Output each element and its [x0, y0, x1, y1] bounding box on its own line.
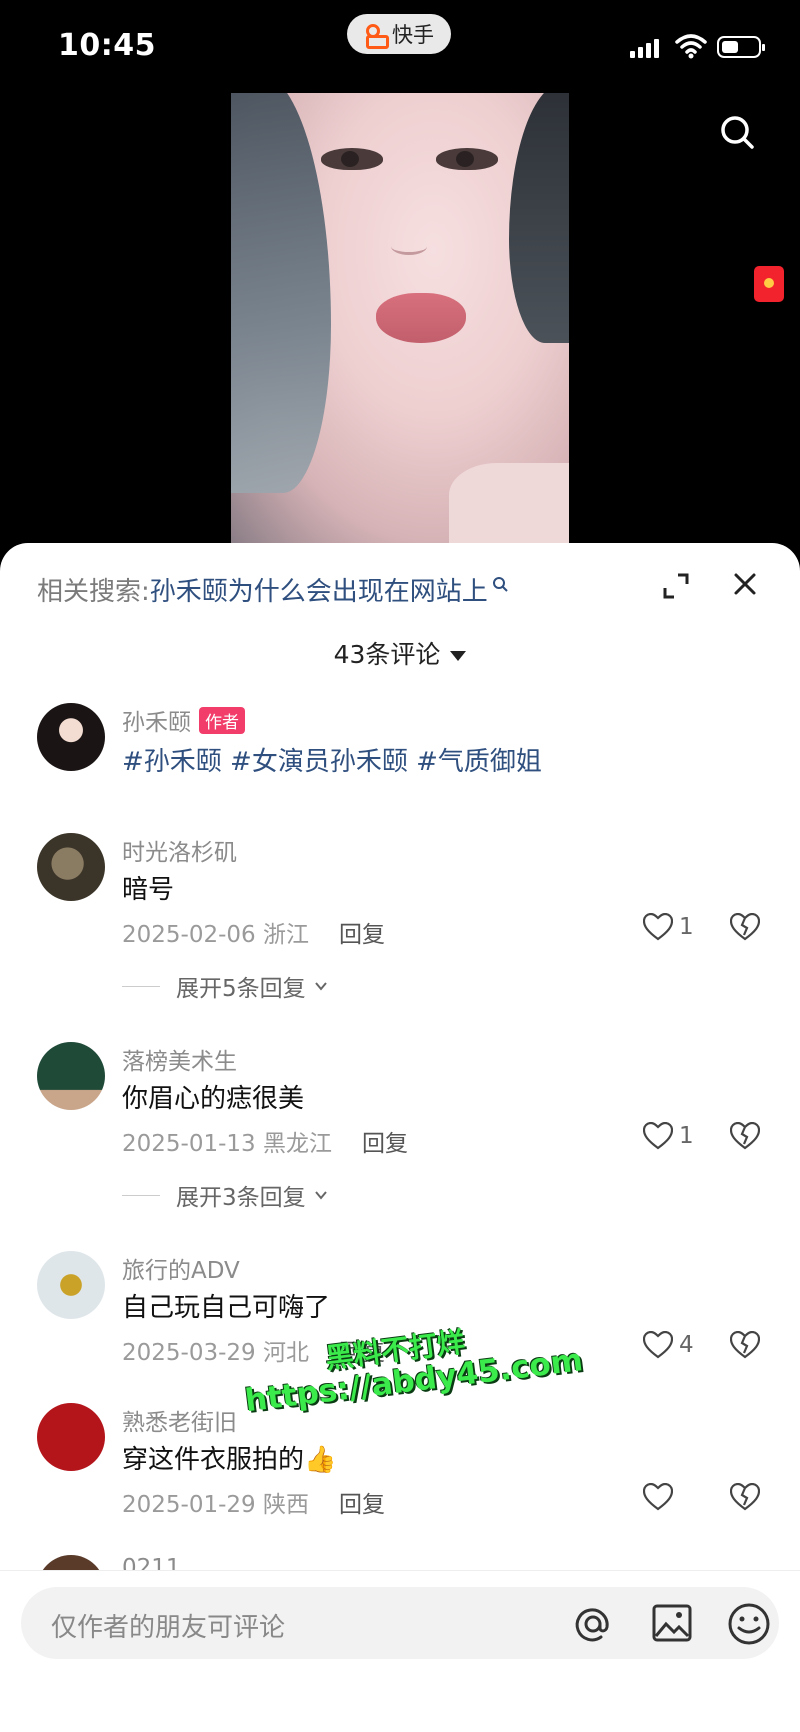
heart-icon	[643, 1483, 673, 1511]
video-frame-eye	[321, 148, 383, 170]
broken-heart-icon[interactable]	[730, 1331, 760, 1359]
like-button[interactable]: 1	[643, 913, 694, 941]
comment-text: 自己玩自己可嗨了	[122, 1293, 331, 1323]
comment-meta: 2025-01-13 黑龙江 回复	[122, 1124, 408, 1158]
related-search-query[interactable]: 孙禾颐为什么会出现在网站上	[150, 571, 488, 608]
battery-icon	[717, 36, 765, 58]
comment-username[interactable]: 旅行的ADV	[122, 1251, 240, 1285]
status-time: 10:45	[58, 28, 156, 63]
like-button[interactable]: 4	[643, 1331, 694, 1359]
comment-date: 2025-02-06 浙江	[122, 922, 309, 948]
reply-button[interactable]: 回复	[339, 1492, 385, 1518]
like-count: 4	[679, 1332, 694, 1358]
caret-down-icon	[450, 651, 467, 661]
app-name: 快手	[392, 23, 434, 47]
emoji-icon[interactable]	[727, 1602, 771, 1646]
kuaishou-logo-icon	[364, 23, 389, 49]
comment-text: 暗号	[122, 875, 175, 905]
author-badge: 作者	[199, 707, 245, 734]
video-player[interactable]	[231, 93, 569, 543]
small-search-icon	[492, 576, 508, 592]
related-search-label: 相关搜索:	[37, 577, 150, 607]
video-frame-hand	[449, 463, 569, 543]
video-frame-hair-right	[509, 93, 569, 343]
reply-button[interactable]: 回复	[339, 922, 385, 948]
comment-username[interactable]: 孙禾颐 作者	[122, 703, 245, 737]
video-frame-eye	[436, 148, 498, 170]
comment-panel: 相关搜索: 孙禾颐为什么会出现在网站上 43条评论 孙禾颐 作者 #孙禾颐 #女演…	[0, 543, 800, 1731]
expand-replies-button[interactable]: 展开3条回复	[122, 1178, 328, 1212]
avatar[interactable]	[37, 1251, 105, 1319]
comment-date: 2025-01-13 黑龙江	[122, 1131, 332, 1157]
comment-text[interactable]: #孙禾颐 #女演员孙禾颐 #气质御姐	[122, 741, 542, 778]
app-indicator[interactable]: 快手	[347, 14, 451, 54]
wifi-icon	[675, 34, 707, 59]
comment-input-placeholder: 仅作者的朋友可评论	[51, 1613, 286, 1643]
chevron-down-icon	[314, 982, 327, 991]
avatar[interactable]	[37, 1403, 105, 1471]
comment-text: 穿这件衣服拍的👍	[122, 1445, 337, 1475]
at-mention-icon[interactable]	[572, 1603, 614, 1645]
red-packet-icon[interactable]	[754, 266, 784, 302]
comment-meta: 2025-01-29 陕西 回复	[122, 1485, 385, 1519]
avatar[interactable]	[37, 703, 105, 771]
reply-button[interactable]: 回复	[362, 1131, 408, 1157]
like-count: 1	[679, 1123, 694, 1149]
comment-date: 2025-01-29 陕西	[122, 1492, 309, 1518]
chevron-down-icon	[314, 1191, 327, 1200]
close-icon[interactable]	[733, 572, 757, 596]
comment-meta: 2025-02-06 浙江 回复	[122, 915, 385, 949]
comment-username[interactable]: 熟悉老街旧	[122, 1403, 237, 1437]
related-search[interactable]: 相关搜索: 孙禾颐为什么会出现在网站上	[37, 571, 510, 608]
video-frame-hair	[231, 93, 331, 493]
expand-replies-button[interactable]: 展开5条回复	[122, 969, 328, 1003]
status-bar: 10:45 快手	[0, 0, 800, 95]
broken-heart-icon[interactable]	[730, 913, 760, 941]
divider	[122, 985, 160, 987]
avatar[interactable]	[37, 1042, 105, 1110]
like-count: 1	[679, 914, 694, 940]
heart-icon	[643, 1122, 673, 1150]
video-frame-nose	[391, 238, 427, 255]
like-button[interactable]	[643, 1483, 673, 1511]
like-button[interactable]: 1	[643, 1122, 694, 1150]
comment-count-label: 43条评论	[333, 640, 441, 669]
comment-text: 你眉心的痣很美	[122, 1084, 305, 1114]
signal-icon	[630, 38, 659, 58]
broken-heart-icon[interactable]	[730, 1122, 760, 1150]
divider	[122, 1194, 160, 1196]
search-icon[interactable]	[719, 114, 755, 150]
comment-count[interactable]: 43条评论	[0, 635, 800, 671]
heart-icon	[643, 1331, 673, 1359]
expand-icon[interactable]	[662, 572, 690, 600]
broken-heart-icon[interactable]	[730, 1483, 760, 1511]
comment-username[interactable]: 落榜美术生	[122, 1042, 237, 1076]
comment-input-bar: 仅作者的朋友可评论	[0, 1570, 800, 1732]
heart-icon	[643, 913, 673, 941]
image-icon[interactable]	[651, 1603, 693, 1643]
comment-username[interactable]: 时光洛杉矶	[122, 833, 237, 867]
comment-input[interactable]: 仅作者的朋友可评论	[21, 1587, 779, 1659]
video-frame-lips	[376, 293, 466, 343]
avatar[interactable]	[37, 833, 105, 901]
